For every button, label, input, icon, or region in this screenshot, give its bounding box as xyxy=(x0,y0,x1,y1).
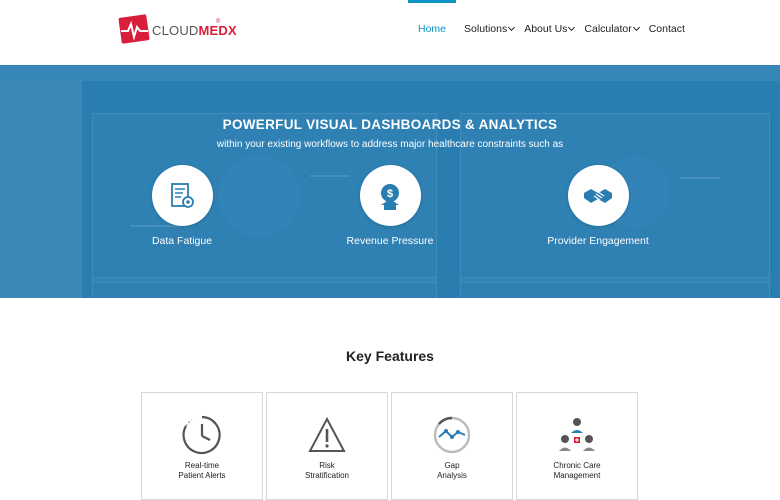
site-header: CLOUDMEDX ® Home Solutions About Us Calc… xyxy=(0,0,780,65)
clock-icon xyxy=(142,413,262,457)
feature-label: Provider Engagement xyxy=(547,235,649,247)
chevron-down-icon xyxy=(568,23,576,32)
nav-about-label: About Us xyxy=(524,23,568,35)
hero-title: POWERFUL VISUAL DASHBOARDS & ANALYTICS xyxy=(222,117,558,132)
feature-data-fatigue: Data Fatigue xyxy=(112,165,252,247)
nav-item-home[interactable]: Home xyxy=(407,0,457,65)
logo-mark-icon xyxy=(118,14,150,44)
card-chronic-care[interactable]: Chronic Care Management xyxy=(516,392,638,500)
warning-icon xyxy=(267,413,387,457)
svg-text:$: $ xyxy=(387,188,393,200)
feature-label: Data Fatigue xyxy=(151,235,213,247)
nav-item-about-us[interactable]: About Us xyxy=(524,0,576,65)
nav-home-label: Home xyxy=(418,23,447,35)
nav-item-contact[interactable]: Contact xyxy=(649,0,685,65)
handshake-icon xyxy=(567,165,629,226)
chevron-down-icon xyxy=(632,23,640,32)
nav-item-calculator[interactable]: Calculator xyxy=(584,0,640,65)
nav-contact-label: Contact xyxy=(648,23,685,35)
card-risk-stratification[interactable]: Risk Stratification xyxy=(266,392,388,500)
nav-solutions-label: Solutions xyxy=(464,23,508,35)
key-features-grid: Real-time Patient Alerts Risk Stratifica… xyxy=(141,392,641,500)
main-nav: Home Solutions About Us Calculator Conta… xyxy=(407,0,698,65)
card-gap-analysis[interactable]: Gap Analysis xyxy=(391,392,513,500)
nav-item-solutions[interactable]: Solutions xyxy=(464,0,516,65)
care-team-icon xyxy=(517,413,637,457)
card-caption: Chronic Care Management xyxy=(553,461,601,480)
data-report-icon xyxy=(151,165,213,226)
logo-wordmark: CLOUDMEDX xyxy=(152,23,237,38)
feature-label: Revenue Pressure xyxy=(346,235,434,247)
hero-banner: POWERFUL VISUAL DASHBOARDS & ANALYTICS w… xyxy=(0,65,780,298)
card-caption: Gap Analysis xyxy=(437,461,467,480)
chevron-down-icon xyxy=(508,23,516,32)
gap-analysis-icon xyxy=(392,413,512,457)
card-caption: Real-time Patient Alerts xyxy=(178,461,226,480)
feature-revenue-pressure: $ Revenue Pressure xyxy=(320,165,460,247)
feature-provider-engagement: Provider Engagement xyxy=(528,165,668,247)
key-features-title: Key Features xyxy=(346,348,434,364)
logo-registered-mark: ® xyxy=(216,19,221,25)
nav-calculator-label: Calculator xyxy=(584,23,632,35)
hero-subtitle: within your existing workflows to addres… xyxy=(216,139,564,150)
card-caption: Risk Stratification xyxy=(304,461,350,480)
card-real-time-alerts[interactable]: Real-time Patient Alerts xyxy=(141,392,263,500)
cloudmedx-logo[interactable]: CLOUDMEDX ® xyxy=(118,13,237,45)
dollar-pressure-icon: $ xyxy=(359,165,421,226)
